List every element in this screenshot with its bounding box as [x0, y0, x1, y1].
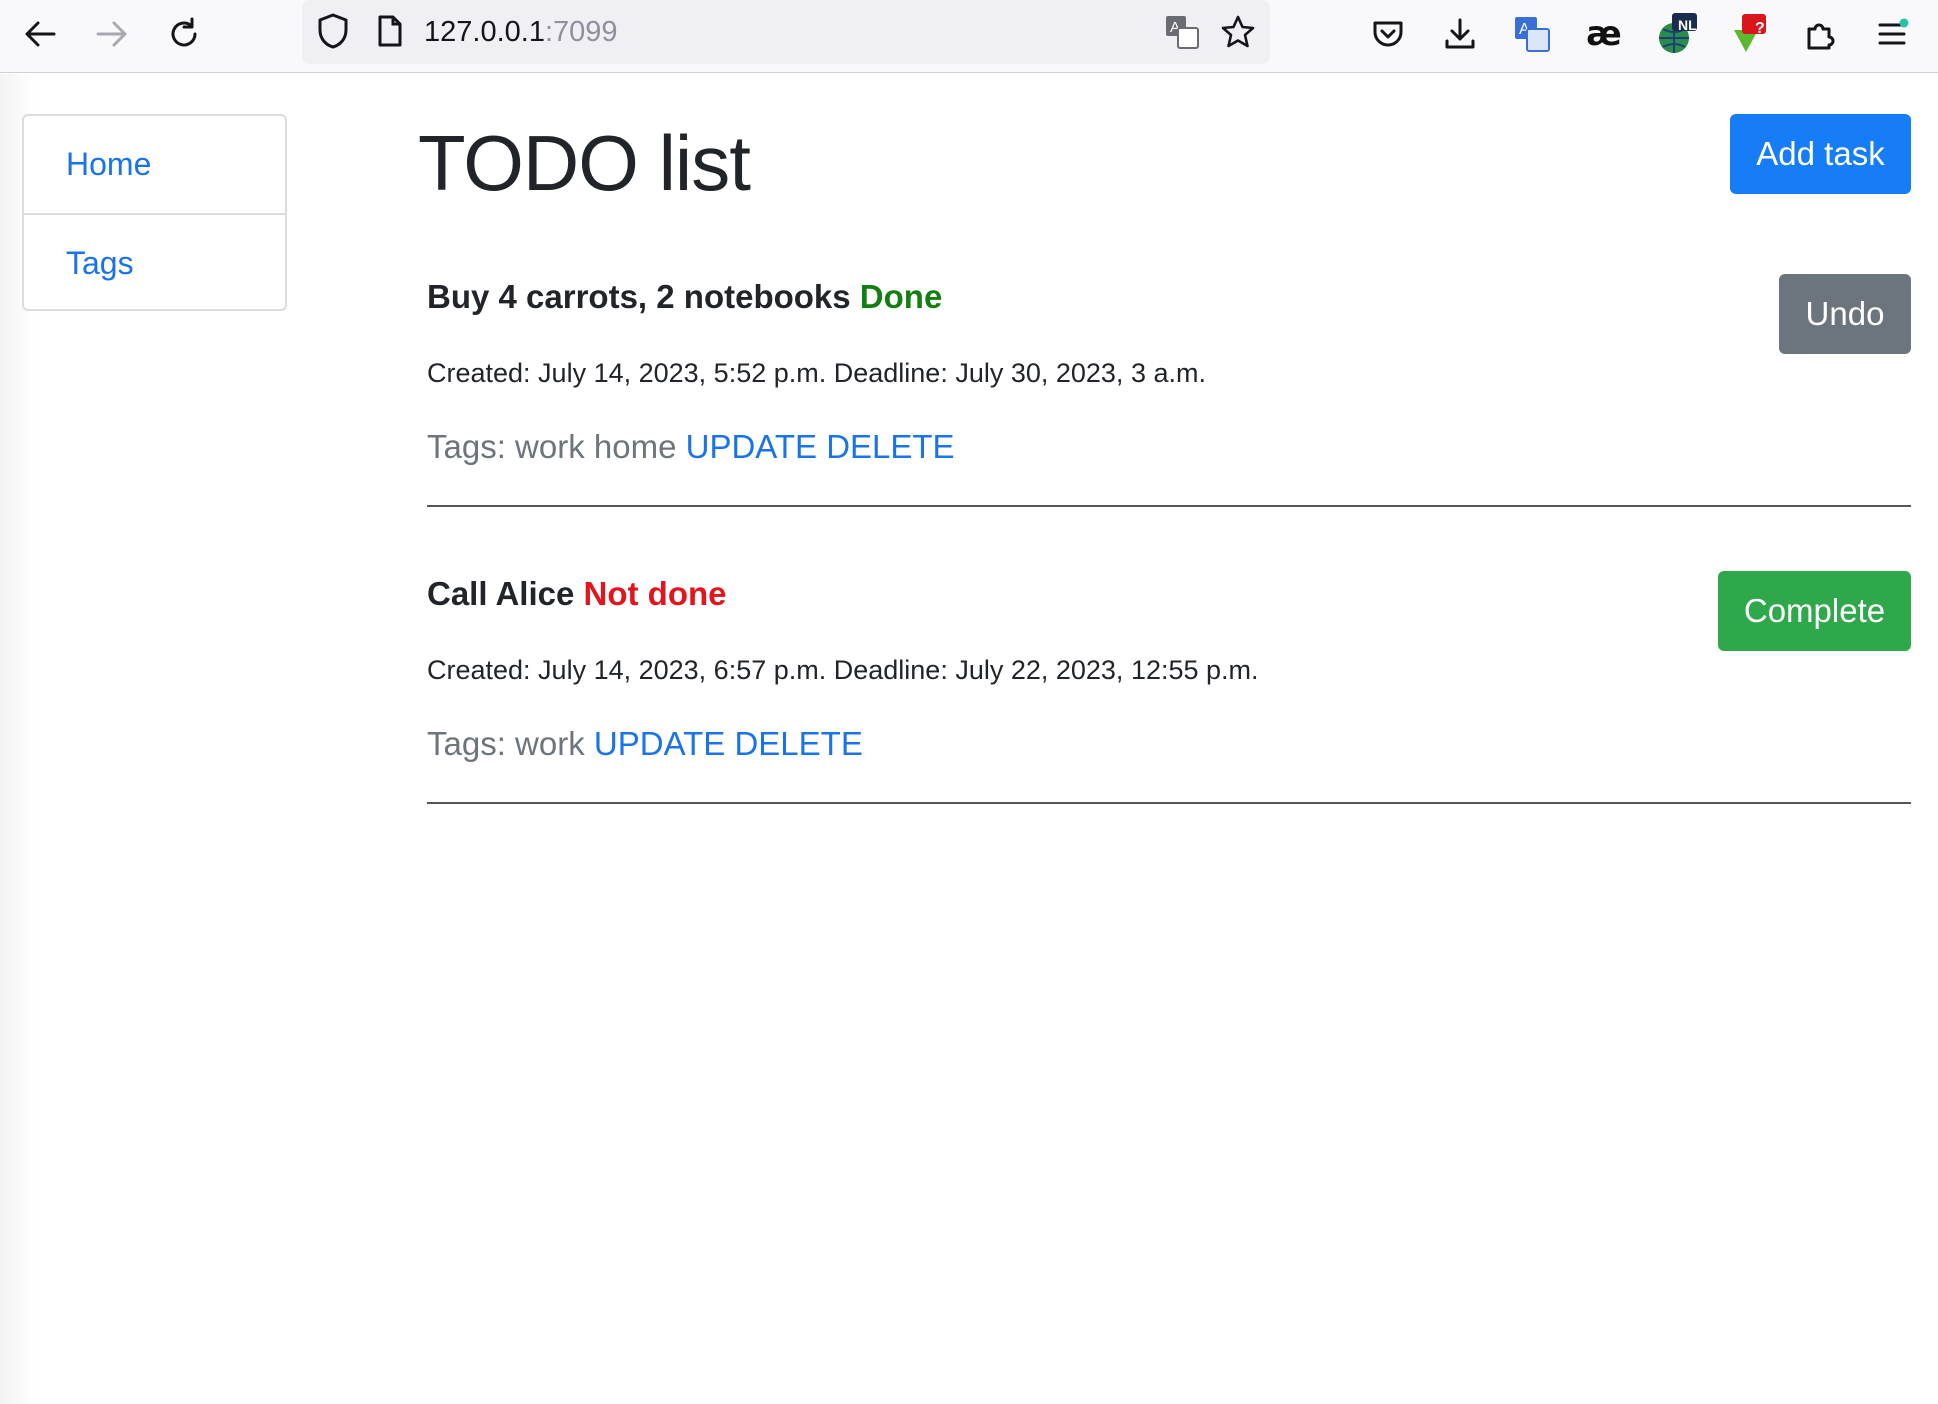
url-port: :7099: [544, 16, 618, 48]
undo-button[interactable]: Undo: [1779, 274, 1911, 354]
task-title: Call Alice Not done: [427, 575, 727, 613]
nl-badge: NL: [1678, 17, 1697, 33]
ae-extension-icon[interactable]: æ: [1580, 12, 1628, 56]
reload-icon[interactable]: [160, 12, 208, 56]
address-bar[interactable]: 127.0.0.1:7099 A: [302, 0, 1270, 64]
add-task-button[interactable]: Add task: [1730, 114, 1911, 194]
browser-toolbar: 127.0.0.1:7099 A A æ NL ?: [0, 0, 1938, 73]
sidebar-item-home[interactable]: Home: [24, 116, 285, 213]
sidebar-item-tags[interactable]: Tags: [24, 213, 285, 310]
menu-hamburger-icon[interactable]: [1868, 12, 1916, 56]
question-badge: ?: [1755, 20, 1765, 37]
url-host: 127.0.0.1: [424, 16, 545, 48]
task-dates: Created: July 14, 2023, 6:57 p.m. Deadli…: [427, 655, 1259, 685]
update-link[interactable]: UPDATE: [594, 725, 725, 762]
pocket-icon[interactable]: [1364, 12, 1412, 56]
download-helper-extension-icon[interactable]: ?: [1724, 12, 1772, 56]
task-tags-text: Tags: work: [427, 725, 585, 762]
extensions-puzzle-icon[interactable]: [1796, 12, 1844, 56]
delete-link[interactable]: DELETE: [826, 428, 954, 465]
status-label: Not done: [583, 575, 727, 612]
task-tags: Tags: work UPDATE DELETE: [427, 725, 863, 763]
translate-page-icon[interactable]: A: [1164, 14, 1200, 55]
task-tags-text: Tags: work home: [427, 428, 677, 465]
url-text[interactable]: 127.0.0.1:7099: [424, 16, 618, 49]
task-tags: Tags: work home UPDATE DELETE: [427, 428, 955, 466]
back-icon[interactable]: [16, 12, 64, 56]
sidebar-nav: Home Tags: [22, 114, 287, 311]
task-dates: Created: July 14, 2023, 5:52 p.m. Deadli…: [427, 358, 1206, 388]
task-title-text: Call Alice: [427, 575, 575, 612]
nl-globe-extension-icon[interactable]: NL: [1652, 12, 1700, 56]
task-item: Call Alice Not done Complete Created: Ju…: [427, 571, 1911, 805]
task-title: Buy 4 carrots, 2 notebooks Done: [427, 278, 942, 316]
task-divider: [427, 505, 1911, 507]
page-icon[interactable]: [376, 14, 404, 53]
page-title: TODO list: [418, 119, 751, 207]
ae-extension-label: æ: [1586, 14, 1622, 54]
status-label: Done: [859, 278, 943, 315]
update-link[interactable]: UPDATE: [686, 428, 817, 465]
complete-button[interactable]: Complete: [1718, 571, 1911, 651]
downloads-icon[interactable]: [1436, 12, 1484, 56]
task-item: Buy 4 carrots, 2 notebooks Done Undo Cre…: [427, 274, 1911, 508]
forward-icon[interactable]: [88, 12, 136, 56]
delete-link[interactable]: DELETE: [734, 725, 862, 762]
translate-extension-icon[interactable]: A: [1508, 12, 1556, 56]
bookmark-star-icon[interactable]: [1220, 14, 1256, 55]
shield-icon[interactable]: [316, 12, 350, 55]
task-title-text: Buy 4 carrots, 2 notebooks: [427, 278, 851, 315]
task-divider: [427, 802, 1911, 804]
